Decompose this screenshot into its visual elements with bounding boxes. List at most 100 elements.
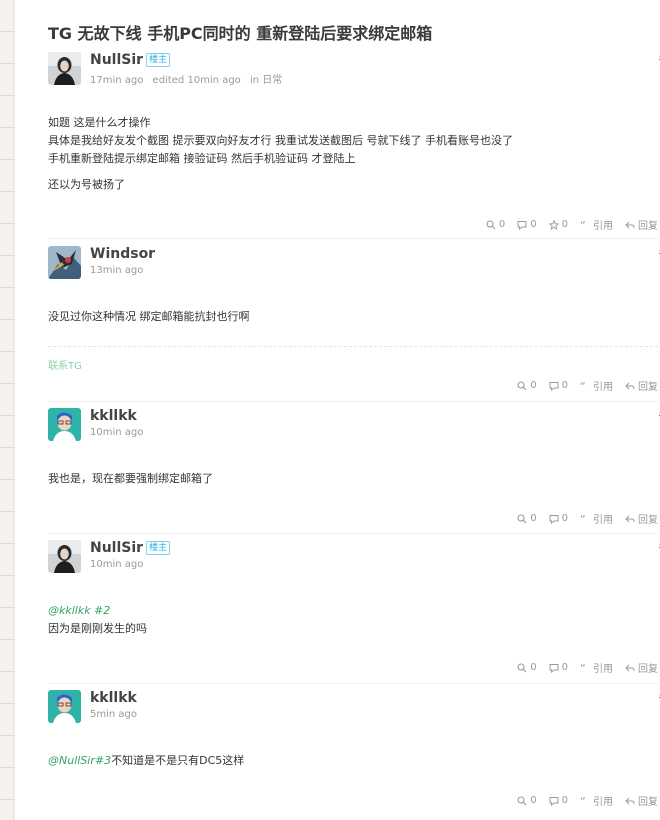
reply-button[interactable]: 回复	[625, 511, 658, 526]
reply-button[interactable]: 回复	[625, 217, 658, 232]
post-divider	[48, 533, 658, 534]
content-line: 因为是刚刚发生的吗	[48, 622, 147, 635]
avatar-windsor[interactable]	[48, 246, 81, 279]
comment-icon	[549, 381, 559, 391]
quote-button[interactable]: “ 引用	[580, 511, 613, 527]
svg-text:“: “	[580, 381, 586, 391]
avatar-nullsir[interactable]	[48, 540, 81, 573]
author-name[interactable]: NullSir 楼主	[90, 52, 171, 68]
post-content: @kkllkk #2 因为是刚刚发生的吗	[48, 602, 147, 638]
post-content: @NullSir#3不知道是不是只有DC5这样	[48, 752, 244, 770]
quote-button[interactable]: “ 引用	[580, 660, 613, 676]
content-line: 没见过你这种情况 绑定邮箱能抗封也行啊	[48, 310, 250, 323]
topic-card: TG 无故下线 手机PC同时的 重新登陆后要求绑定邮箱 NullSir 楼主 17…	[14, 0, 660, 820]
avatar-kkllkk[interactable]	[48, 408, 81, 441]
author-name[interactable]: kkllkk	[90, 408, 137, 424]
post-time: 5min ago	[90, 709, 137, 720]
search-button[interactable]: 0	[517, 795, 537, 806]
user-mention-link[interactable]: @NullSir	[48, 754, 95, 767]
post-1: Windsor 13min ago #1 没见过你这种情况 绑定邮箱能抗封也行啊…	[48, 246, 660, 396]
reply-icon	[625, 515, 635, 522]
post-content: 没见过你这种情况 绑定邮箱能抗封也行啊	[48, 308, 250, 326]
content-text: 不知道是不是只有DC5这样	[111, 754, 245, 767]
category-link[interactable]: 日常	[262, 75, 282, 86]
post-actions: 0 0 “ 引用 回复	[517, 378, 658, 393]
svg-text:“: “	[580, 663, 586, 673]
search-icon	[517, 513, 527, 523]
comment-button[interactable]: 0	[549, 513, 568, 524]
edited-time: 10min ago	[187, 75, 241, 86]
post-time: 10min ago	[90, 427, 144, 438]
user-mention-link[interactable]: @kkllkk	[48, 604, 91, 617]
post-actions: 0 0 “ 引用 回复	[517, 511, 658, 526]
star-button[interactable]: 0	[548, 219, 568, 230]
reply-icon	[625, 664, 635, 671]
search-icon	[517, 795, 527, 805]
search-button[interactable]: 0	[517, 662, 537, 673]
content-line: 还以为号被扬了	[48, 178, 125, 191]
topic-title: TG 无故下线 手机PC同时的 重新登陆后要求绑定邮箱	[48, 24, 433, 43]
post-time: 10min ago	[90, 559, 144, 570]
op-badge: 楼主	[146, 541, 171, 555]
svg-text:“: “	[580, 220, 586, 230]
floor-mention-link[interactable]: #3	[95, 754, 111, 767]
edited-label: edited	[152, 75, 185, 86]
comment-button[interactable]: 0	[549, 380, 568, 391]
post-divider	[48, 401, 658, 402]
category-prefix: in	[249, 75, 260, 86]
quote-button[interactable]: “ 引用	[580, 217, 613, 233]
comment-button[interactable]: 0	[549, 662, 568, 673]
post-content: 如题 这是什么才操作 具体是我给好友发个截图 提示要双向好友才行 我重试发送截图…	[48, 114, 513, 194]
post-time: 13min ago	[90, 265, 144, 276]
op-badge: 楼主	[146, 53, 171, 67]
search-button[interactable]: 0	[517, 380, 537, 391]
search-button[interactable]: 0	[486, 219, 505, 230]
reply-button[interactable]: 回复	[625, 793, 658, 808]
mention-line: @NullSir#3不知道是不是只有DC5这样	[48, 752, 244, 770]
floor-mention-link[interactable]: #2	[94, 604, 110, 617]
post-time: 17min ago	[90, 75, 144, 86]
search-icon	[486, 219, 496, 229]
author-name[interactable]: kkllkk	[90, 690, 137, 706]
content-line: 我也是，现在都要强制绑定邮箱了	[48, 472, 213, 485]
quote-button[interactable]: “ 引用	[580, 378, 613, 394]
post-divider	[48, 238, 658, 239]
post-content: 我也是，现在都要强制绑定邮箱了	[48, 470, 213, 488]
avatar-kkllkk[interactable]	[48, 690, 81, 723]
comment-button[interactable]: 0	[517, 219, 537, 230]
comment-icon	[549, 514, 559, 524]
post-3: NullSir楼主 10min ago #3 @kkllkk #2 因为是刚刚发…	[48, 540, 660, 680]
content-line: 如题 这是什么才操作	[48, 116, 151, 129]
post-actions: 0 0 “ 引用 回复	[517, 660, 658, 675]
quote-button[interactable]: “ 引用	[580, 793, 613, 809]
comment-button[interactable]: 0	[549, 795, 568, 806]
content-line: 具体是我给好友发个截图 提示要双向好友才行 我重试发送截图后 号就下线了 手机看…	[48, 134, 513, 147]
content-line: 手机重新登陆提示绑定邮箱 接验证码 然后手机验证码 才登陆上	[48, 152, 356, 165]
post-divider	[48, 683, 658, 684]
quote-icon: “	[580, 663, 586, 673]
quote-icon: “	[580, 381, 586, 391]
post-4: kkllkk 5min ago #4 @NullSir#3不知道是不是只有DC5…	[48, 690, 660, 808]
mention-line: @kkllkk #2	[48, 602, 147, 620]
avatar-nullsir[interactable]	[48, 52, 81, 85]
quote-icon: “	[580, 514, 586, 524]
search-icon	[517, 380, 527, 390]
svg-text:“: “	[580, 514, 586, 524]
reply-icon	[625, 382, 635, 389]
comment-icon	[549, 796, 559, 806]
post-0: NullSir 楼主 17min ago edited 10min ago in …	[48, 52, 660, 233]
reply-button[interactable]: 回复	[625, 378, 658, 393]
reply-button[interactable]: 回复	[625, 660, 658, 675]
search-icon	[517, 662, 527, 672]
svg-text:“: “	[580, 796, 586, 806]
post-meta: 17min ago edited 10min ago in 日常	[90, 71, 282, 86]
author-name[interactable]: Windsor	[90, 246, 155, 262]
quote-icon: “	[580, 796, 586, 806]
search-button[interactable]: 0	[517, 513, 537, 524]
signature-divider	[48, 346, 658, 347]
author-name[interactable]: NullSir 楼主	[90, 540, 171, 556]
post-actions: 0 0 “ 引用 回复	[517, 793, 658, 808]
star-icon	[548, 219, 559, 230]
comment-icon	[549, 663, 559, 673]
post-2: kkllkk 10min ago #2 我也是，现在都要强制绑定邮箱了 0 0 …	[48, 408, 660, 528]
